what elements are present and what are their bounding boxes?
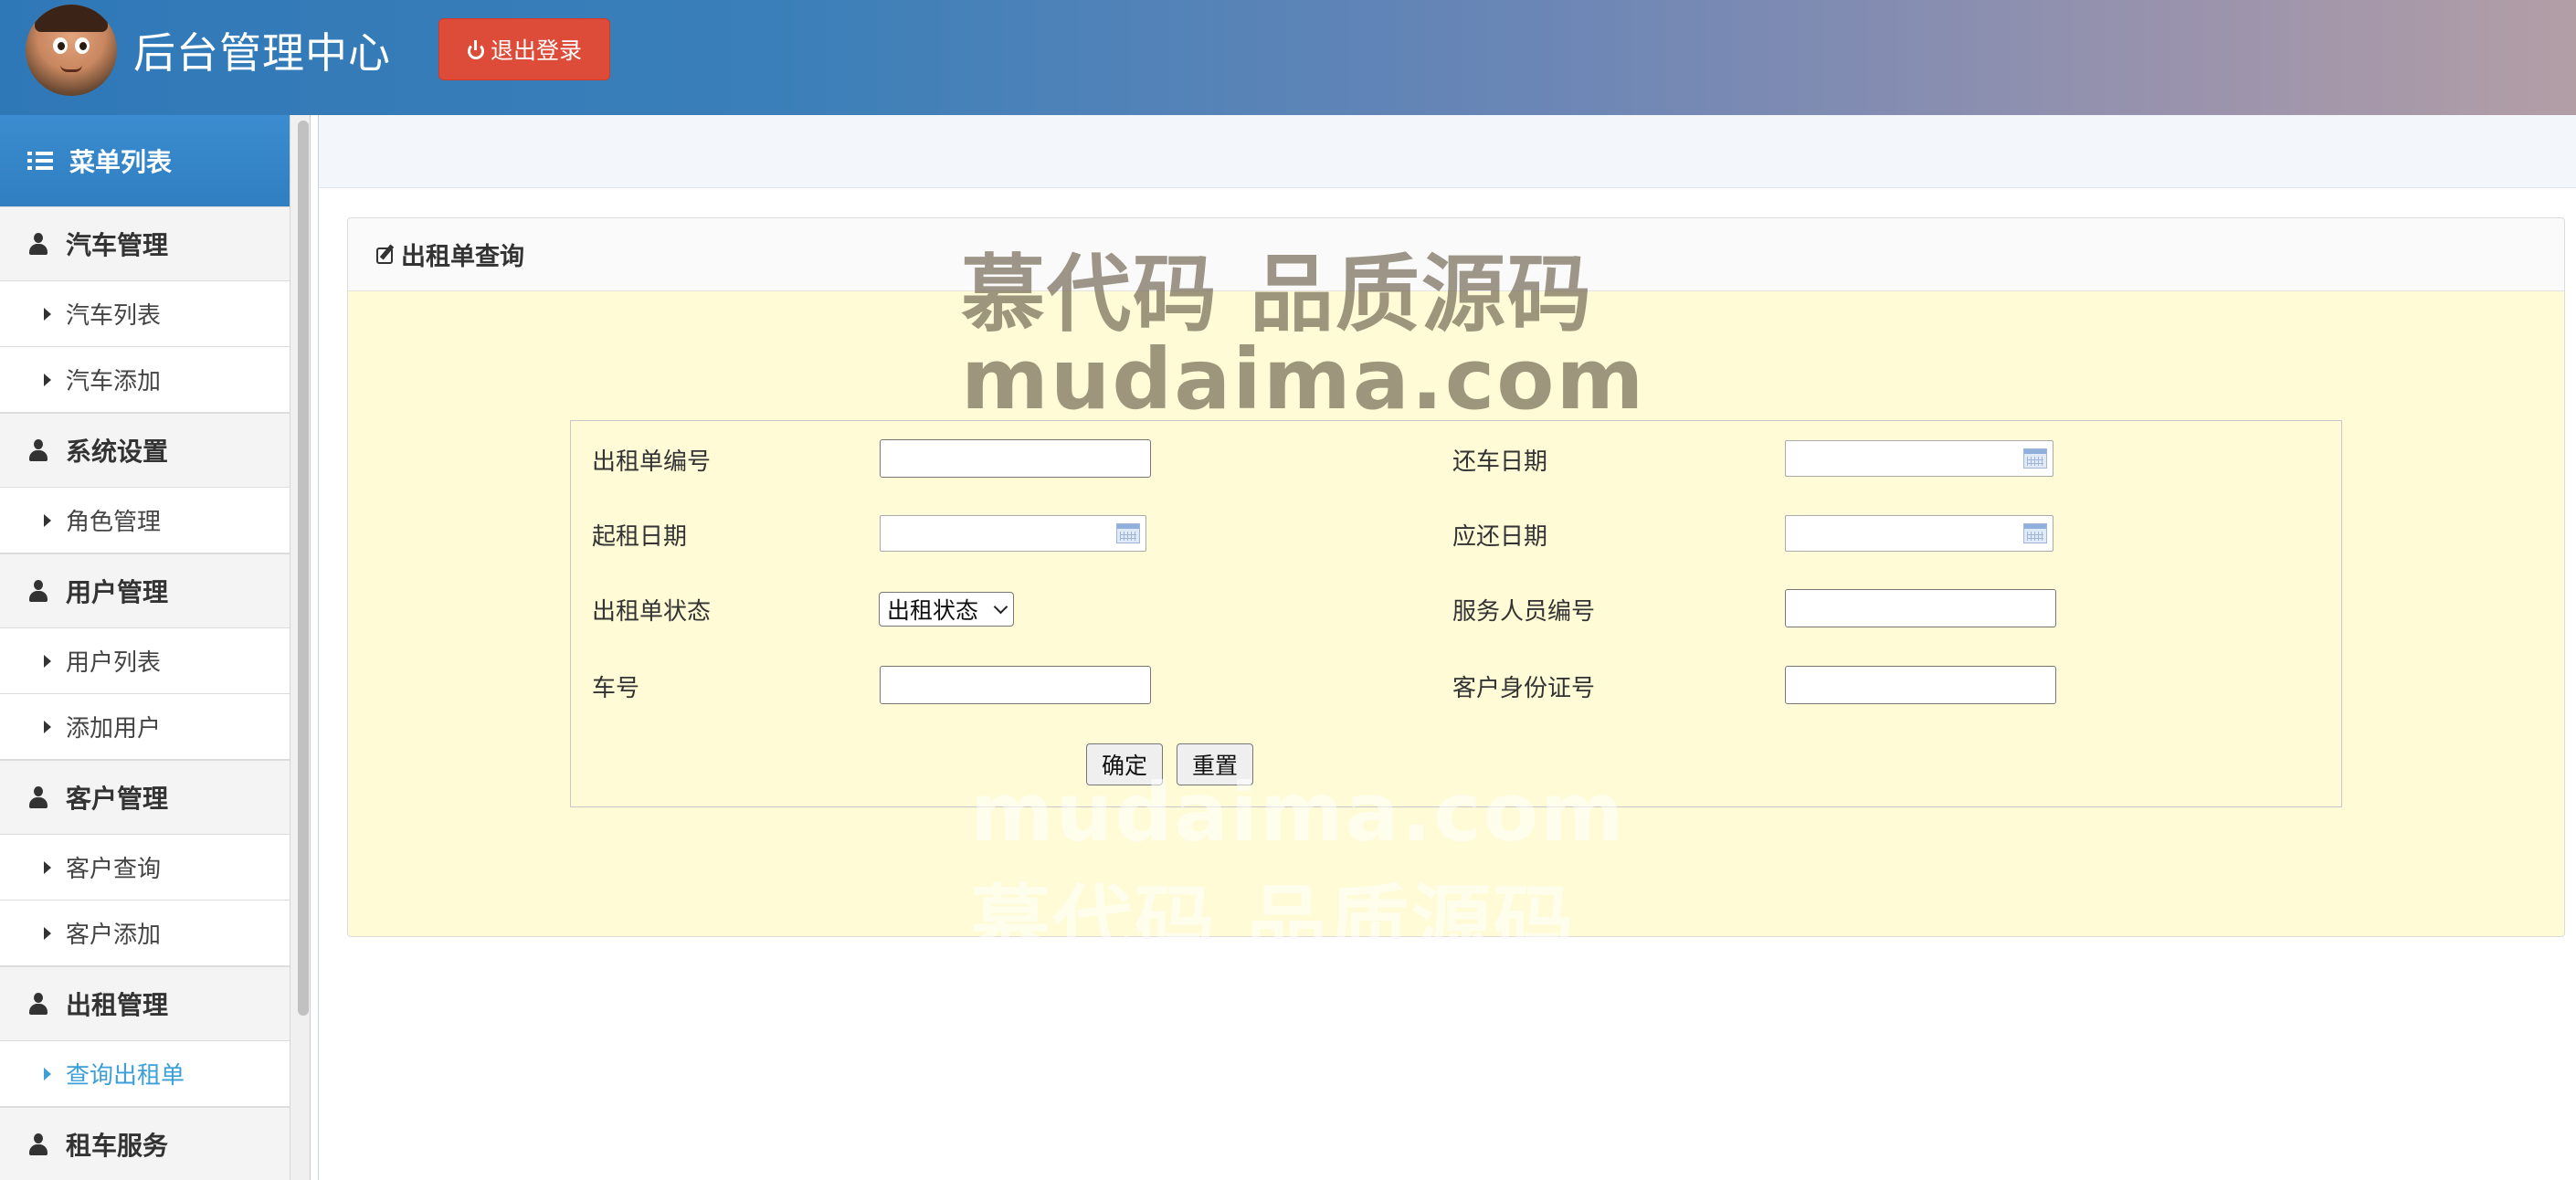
top-header: 后台管理中心 退出登录 — [0, 0, 2576, 115]
watermark-text: mudaima.com — [970, 765, 1626, 859]
sidebar-group-car[interactable]: 汽车管理 — [0, 206, 290, 281]
user-icon — [29, 786, 48, 808]
sidebar-item-user-list[interactable]: 用户列表 — [0, 628, 290, 694]
sidebar-group-system[interactable]: 系统设置 — [0, 413, 290, 488]
sidebar-item-customer-query[interactable]: 客户查询 — [0, 835, 290, 901]
sidebar-item-label: 汽车列表 — [66, 302, 162, 330]
user-icon — [29, 580, 48, 602]
sidebar-item-label: 汽车添加 — [66, 368, 162, 395]
sidebar-item-label: 客户查询 — [66, 856, 162, 883]
calendar-icon[interactable] — [2023, 523, 2047, 543]
staff-no-label: 服务人员编号 — [1452, 598, 1596, 626]
sidebar-group-label: 出租管理 — [66, 990, 169, 1020]
status-select[interactable]: 出租状态 — [879, 592, 1014, 627]
user-icon — [29, 439, 48, 461]
sidebar-item-roles[interactable]: 角色管理 — [0, 488, 290, 553]
sidebar-group-label: 租车服务 — [66, 1131, 169, 1161]
panel-title: 出租单查询 — [401, 243, 524, 271]
sidebar-group-rental[interactable]: 出租管理 — [0, 966, 290, 1041]
order-no-input[interactable] — [880, 439, 1151, 478]
car-no-input[interactable] — [880, 666, 1151, 704]
avatar — [26, 5, 117, 96]
watermark-text: 慕代码 品质源码 — [970, 876, 1576, 970]
watermark-text: mudaima.com — [961, 331, 1646, 428]
logout-button[interactable]: 退出登录 — [438, 18, 610, 80]
user-icon — [29, 993, 48, 1015]
chevron-down-icon — [993, 599, 1008, 615]
sidebar-item-label: 客户添加 — [66, 922, 162, 949]
list-icon — [27, 151, 53, 171]
sidebar-group-label: 用户管理 — [66, 577, 169, 607]
due-date-label: 应还日期 — [1452, 523, 1548, 551]
caret-right-icon — [44, 373, 51, 386]
sidebar-group-label: 汽车管理 — [66, 230, 169, 260]
sidebar: 菜单列表 汽车管理 汽车列表 汽车添加 系统设置 角色管理 用户管理 用户列表 … — [0, 115, 290, 1180]
calendar-icon[interactable] — [2023, 448, 2047, 469]
status-label: 出租单状态 — [592, 598, 712, 626]
sidebar-item-user-add[interactable]: 添加用户 — [0, 694, 290, 760]
caret-right-icon — [44, 720, 51, 733]
status-selected-value: 出租状态 — [887, 597, 979, 624]
caret-right-icon — [44, 307, 51, 321]
power-icon — [467, 40, 485, 59]
main-top-bar — [318, 115, 2576, 188]
user-icon — [29, 1133, 48, 1155]
menu-title: 菜单列表 — [69, 147, 173, 177]
menu-header: 菜单列表 — [0, 115, 290, 206]
sidebar-item-label: 查询出租单 — [66, 1062, 185, 1090]
sidebar-item-car-list[interactable]: 汽车列表 — [0, 281, 290, 347]
logout-label: 退出登录 — [490, 37, 582, 64]
app-title: 后台管理中心 — [133, 28, 391, 78]
car-no-label: 车号 — [592, 675, 640, 702]
user-icon — [29, 233, 48, 255]
order-no-label: 出租单编号 — [592, 448, 712, 476]
caret-right-icon — [44, 1067, 51, 1080]
return-date-label: 还车日期 — [1452, 448, 1548, 476]
sidebar-group-label: 系统设置 — [66, 437, 169, 467]
caret-right-icon — [44, 654, 51, 668]
sidebar-group-customers[interactable]: 客户管理 — [0, 760, 290, 835]
caret-right-icon — [44, 513, 51, 527]
sidebar-item-label: 用户列表 — [66, 649, 162, 677]
edit-icon — [375, 244, 397, 266]
sidebar-item-customer-add[interactable]: 客户添加 — [0, 901, 290, 966]
sidebar-group-service[interactable]: 租车服务 — [0, 1107, 290, 1180]
staff-no-input[interactable] — [1785, 589, 2056, 627]
sidebar-item-label: 添加用户 — [66, 715, 162, 743]
main-divider — [318, 115, 319, 1180]
sidebar-group-users[interactable]: 用户管理 — [0, 553, 290, 628]
calendar-icon[interactable] — [1116, 523, 1140, 543]
customer-id-input[interactable] — [1785, 666, 2056, 704]
sidebar-item-car-add[interactable]: 汽车添加 — [0, 347, 290, 413]
sidebar-item-label: 角色管理 — [66, 509, 162, 536]
return-date-input[interactable] — [1785, 440, 2053, 477]
due-date-input[interactable] — [1785, 515, 2053, 552]
caret-right-icon — [44, 860, 51, 874]
sidebar-item-rental-query[interactable]: 查询出租单 — [0, 1041, 290, 1107]
sidebar-scrollbar-thumb[interactable] — [298, 121, 309, 1016]
customer-id-label: 客户身份证号 — [1452, 675, 1596, 702]
sidebar-group-label: 客户管理 — [66, 784, 169, 814]
caret-right-icon — [44, 926, 51, 940]
start-date-label: 起租日期 — [592, 523, 688, 551]
start-date-input[interactable] — [880, 515, 1146, 552]
